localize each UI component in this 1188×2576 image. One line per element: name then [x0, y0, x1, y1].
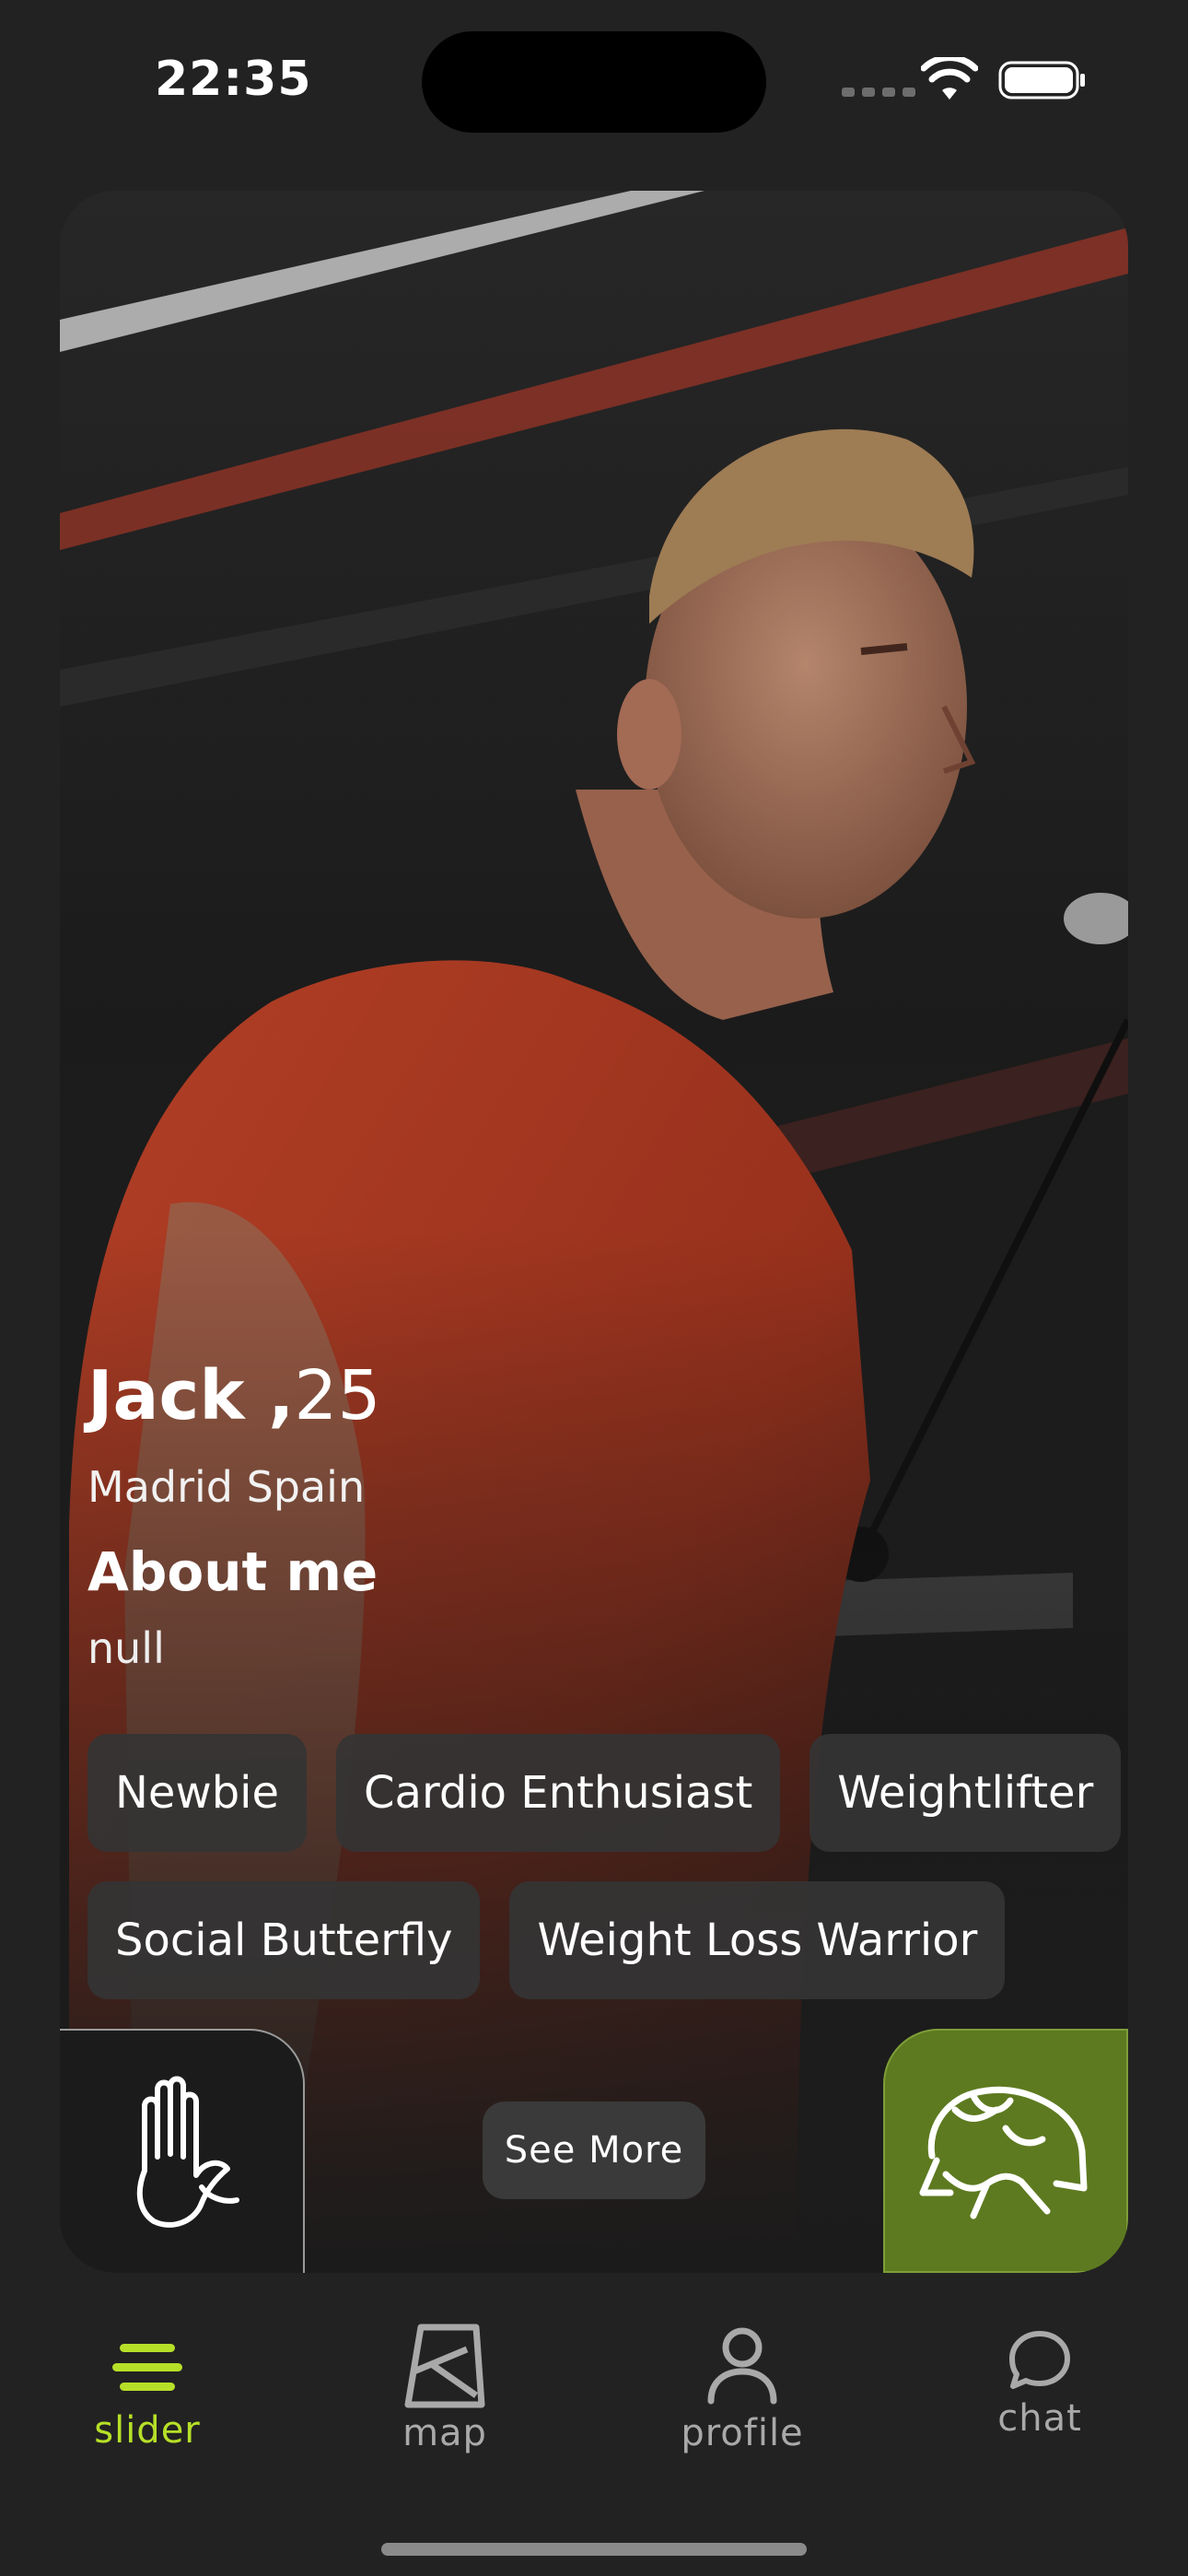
bottom-nav: slider map profile chat: [0, 2303, 1188, 2488]
tag-chip: Weight Loss Warrior: [509, 1881, 1006, 1999]
nav-label-chat: chat: [997, 2397, 1082, 2440]
dynamic-island: [422, 31, 766, 133]
status-time: 22:35: [155, 52, 312, 107]
tag-chip: Social Butterfly: [87, 1881, 481, 1999]
profile-name-age: Jack ,25: [87, 1356, 381, 1435]
raised-hand-icon: [136, 2076, 239, 2228]
menu-lines-icon: [112, 2344, 182, 2391]
tag-chip: Weightlifter: [809, 1734, 1122, 1852]
nav-item-profile[interactable]: profile: [632, 2303, 853, 2488]
profile-card[interactable]: Jack ,25 Madrid Spain About me null Newb…: [60, 191, 1128, 2273]
handshake-icon: [919, 2086, 1088, 2219]
tags-row-2: Social Butterfly Weight Loss Warrior: [87, 1881, 1006, 1999]
wifi-icon: [921, 57, 978, 100]
tags-row-1: Newbie Cardio Enthusiast Weightlifter: [87, 1734, 1128, 1852]
nav-item-slider[interactable]: slider: [37, 2303, 258, 2488]
nav-label-slider: slider: [94, 2409, 201, 2452]
pass-button[interactable]: [60, 2029, 305, 2273]
profile-age: 25: [294, 1356, 381, 1435]
profile-location: Madrid Spain: [87, 1462, 366, 1512]
name-separator: ,: [244, 1356, 295, 1435]
tag-chip: Cardio Enthusiast: [336, 1734, 781, 1852]
cellular-signal-icon: [842, 88, 915, 97]
battery-icon: [998, 61, 1085, 100]
see-more-button[interactable]: See More: [483, 2102, 705, 2199]
nav-item-chat[interactable]: chat: [929, 2303, 1150, 2488]
about-me-heading: About me: [87, 1540, 379, 1603]
chat-bubble-icon: [1009, 2331, 1070, 2389]
home-indicator[interactable]: [381, 2543, 807, 2556]
person-icon: [707, 2327, 777, 2405]
nav-label-map: map: [402, 2412, 487, 2454]
nav-item-map[interactable]: map: [334, 2303, 555, 2488]
about-me-text: null: [87, 1623, 165, 1673]
tag-chip: Newbie: [87, 1734, 308, 1852]
profile-name: Jack: [87, 1356, 245, 1435]
nav-label-profile: profile: [681, 2412, 804, 2454]
map-icon: [404, 2324, 485, 2408]
match-button[interactable]: [883, 2029, 1128, 2273]
